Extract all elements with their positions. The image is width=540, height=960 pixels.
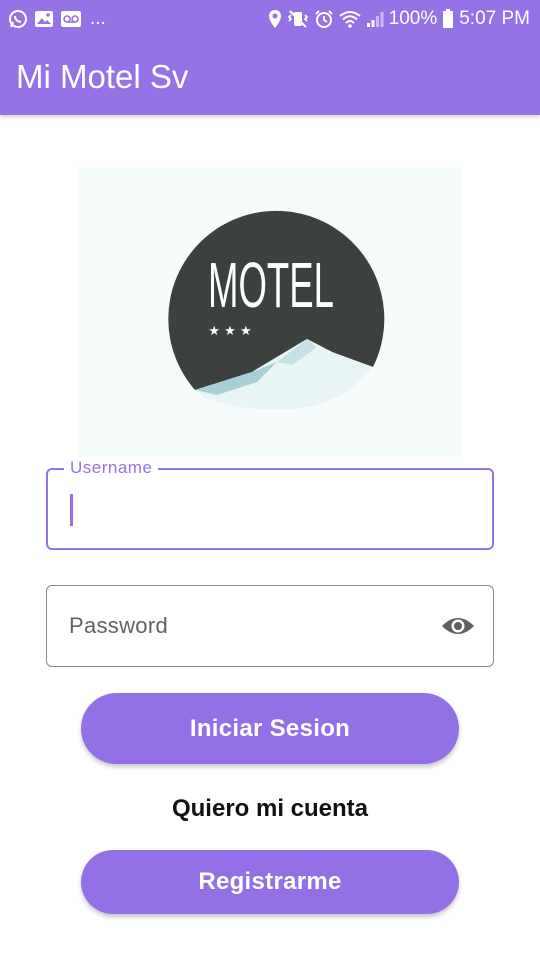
password-input[interactable] xyxy=(68,606,428,644)
show-password-eye-icon[interactable] xyxy=(441,612,475,640)
more-notifications-indicator: ... xyxy=(90,8,106,29)
password-field[interactable]: Password xyxy=(46,585,494,667)
login-screen: ... 100% 5:07 PM Mi Motel Sv MOTEL ★ ★ ★… xyxy=(0,0,540,960)
login-button[interactable]: Iniciar Sesion xyxy=(81,693,459,764)
wifi-icon xyxy=(339,10,361,28)
username-label: Username xyxy=(64,458,159,478)
status-bar-system: 100% 5:07 PM xyxy=(268,7,530,31)
logo-stars: ★ ★ ★ xyxy=(208,324,251,339)
logo-text: MOTEL xyxy=(208,249,334,321)
battery-icon xyxy=(442,9,454,29)
status-bar-notifications: ... xyxy=(8,7,106,31)
gallery-icon xyxy=(34,10,54,28)
app-title: Mi Motel Sv xyxy=(16,58,189,95)
username-input[interactable] xyxy=(69,490,429,528)
location-icon xyxy=(268,9,282,29)
battery-percent: 100% xyxy=(388,8,438,29)
motel-logo: MOTEL ★ ★ ★ xyxy=(77,167,463,457)
whatsapp-icon xyxy=(8,9,28,29)
alarm-icon xyxy=(314,9,334,29)
clock: 5:07 PM xyxy=(459,8,530,29)
voicemail-icon xyxy=(60,10,82,28)
account-prompt-text: Quiero mi cuenta xyxy=(171,795,369,822)
signal-icon xyxy=(366,10,384,28)
vibrate-icon xyxy=(287,9,309,29)
username-field[interactable]: Username xyxy=(46,458,494,550)
register-button[interactable]: Registrarme xyxy=(81,850,459,914)
app-bar: Mi Motel Sv xyxy=(0,38,540,115)
status-bar: ... 100% 5:07 PM xyxy=(0,0,540,38)
